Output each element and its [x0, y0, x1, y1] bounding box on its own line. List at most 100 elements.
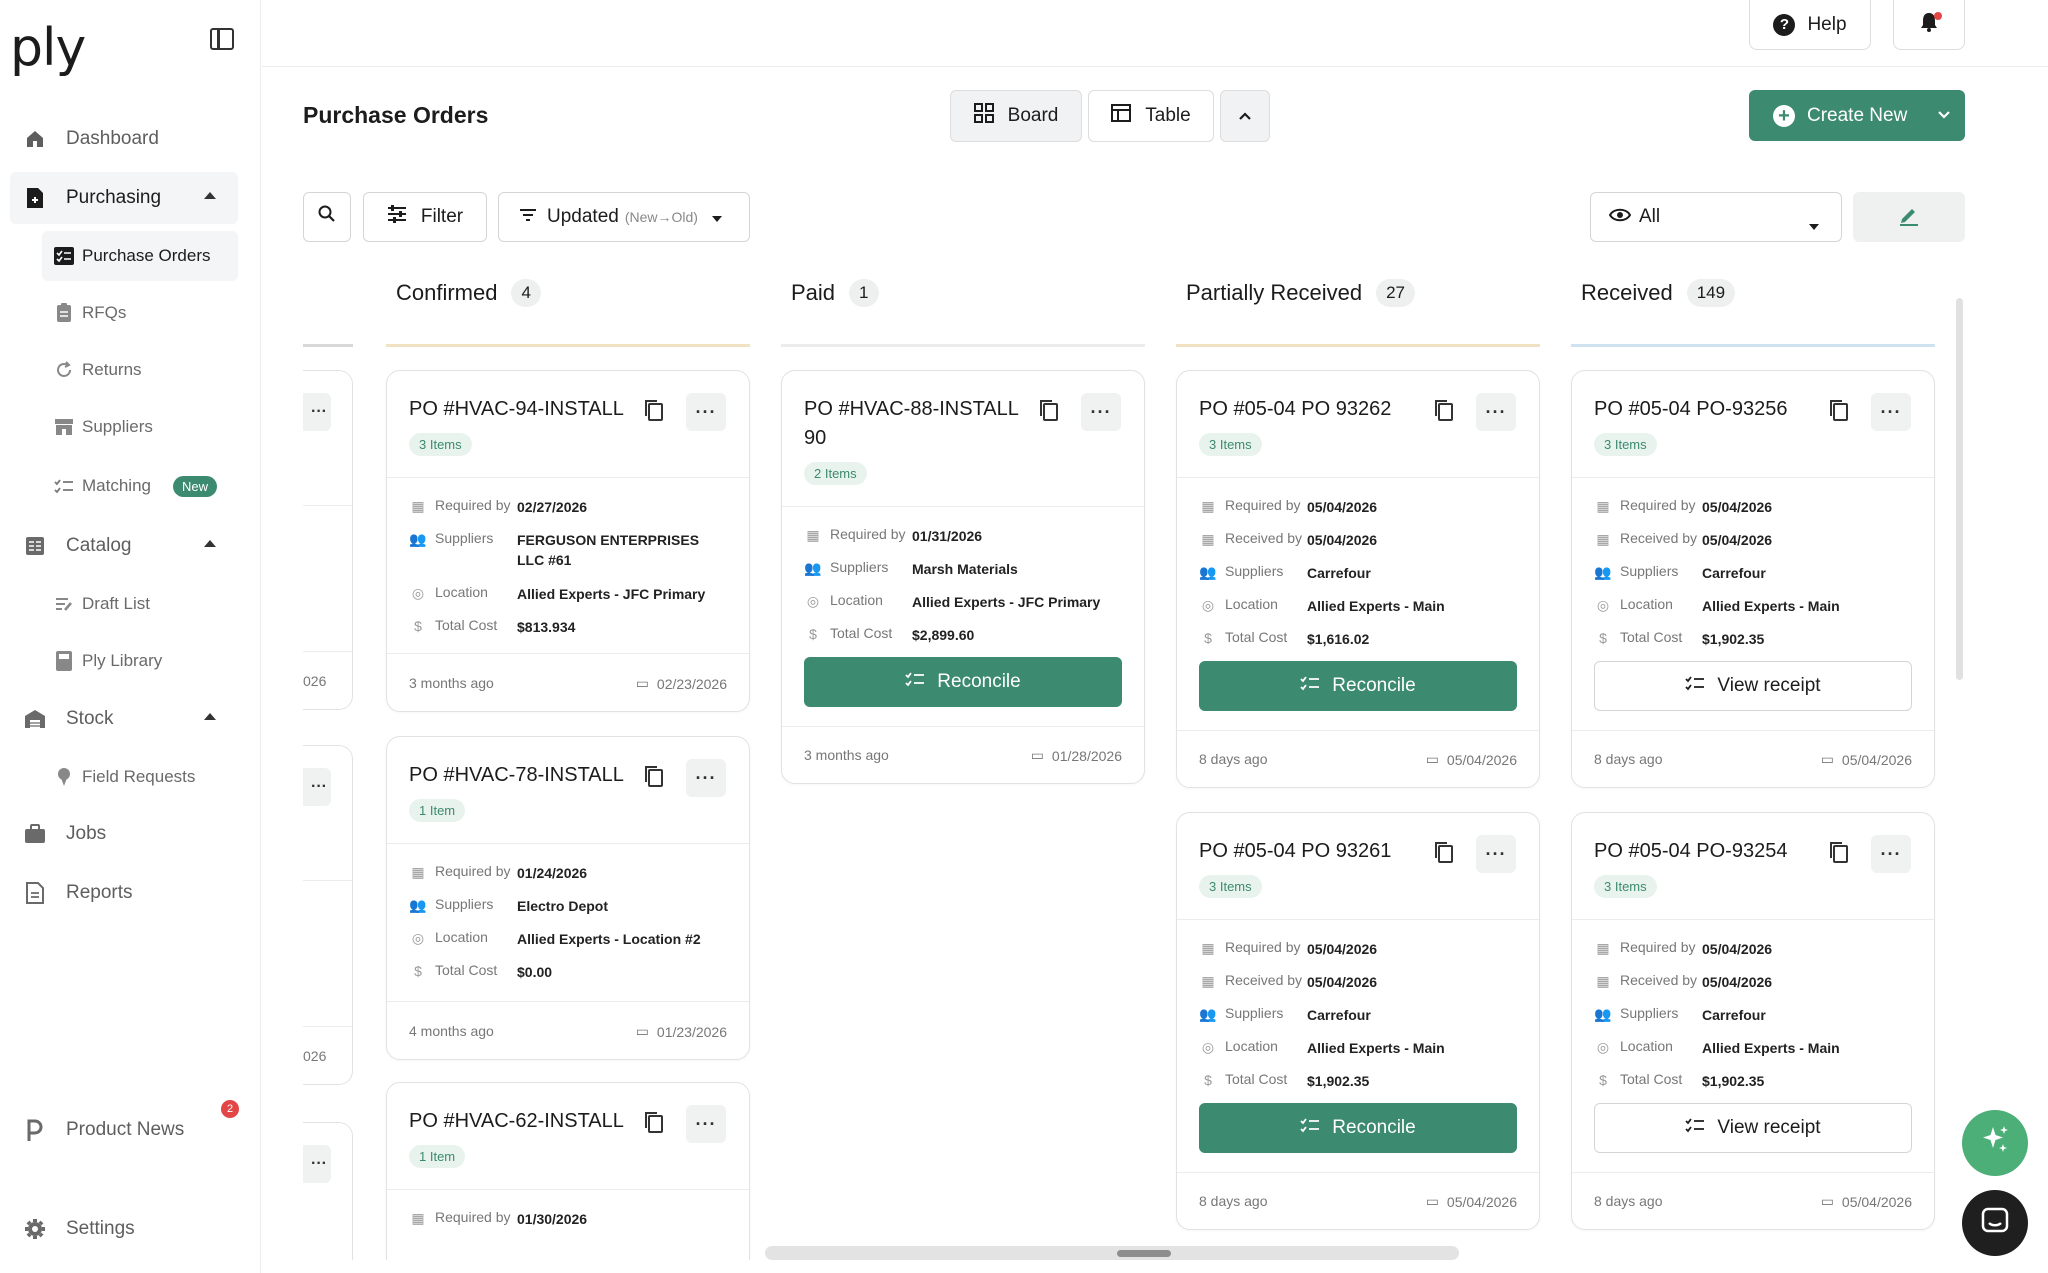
- more-options-button[interactable]: ···: [686, 759, 726, 797]
- collapse-caret-icon: [204, 540, 216, 547]
- sidebar-item-returns[interactable]: Returns: [42, 345, 238, 395]
- visibility-label: All: [1639, 206, 1661, 227]
- checklist-icon: [1685, 675, 1705, 697]
- filter-button[interactable]: Filter: [363, 192, 487, 242]
- more-icon[interactable]: ···: [303, 1145, 331, 1183]
- location-row: ◎ Location Allied Experts - Main: [1199, 1038, 1517, 1058]
- more-icon[interactable]: ···: [303, 393, 331, 431]
- more-options-button[interactable]: ···: [1871, 393, 1911, 431]
- po-card[interactable]: PO #05-04 PO-93254 ··· 3 Items ▦ Required…: [1571, 812, 1935, 1230]
- sidebar-item-catalog[interactable]: Catalog: [10, 520, 238, 572]
- date-value: 02/23/2026: [656, 675, 727, 692]
- notifications-button[interactable]: [1893, 0, 1965, 50]
- sidebar-item-label: Settings: [66, 1218, 135, 1239]
- scrollbar-thumb[interactable]: [1117, 1250, 1171, 1257]
- table-view-button[interactable]: Table: [1088, 90, 1214, 142]
- horizontal-scrollbar[interactable]: [765, 1246, 1459, 1260]
- column-count: 4: [511, 279, 541, 307]
- sidebar-item-ply-library[interactable]: Ply Library: [42, 636, 238, 686]
- card-divider: [1177, 477, 1539, 478]
- more-options-button[interactable]: ···: [1081, 393, 1121, 431]
- copy-icon[interactable]: [644, 399, 664, 421]
- visibility-dropdown[interactable]: All: [1590, 192, 1842, 242]
- copy-icon[interactable]: [1434, 399, 1454, 421]
- sidebar-item-purchase-orders[interactable]: Purchase Orders: [42, 231, 238, 281]
- more-options-button[interactable]: ···: [1476, 393, 1516, 431]
- supplier-row: 👥 Suppliers FERGUSON ENTERPRISES LLC #61: [409, 530, 727, 570]
- po-card[interactable]: ··· 026: [303, 745, 353, 1085]
- column-header: Paid 1: [781, 270, 1145, 316]
- sidebar-item-dashboard[interactable]: Dashboard: [10, 113, 238, 165]
- collapse-header-button[interactable]: [1220, 90, 1270, 142]
- po-card[interactable]: PO #05-04 PO 93261 ··· 3 Items ▦ Required…: [1176, 812, 1540, 1230]
- field-value: $1,902.35: [1702, 631, 1765, 647]
- view-receipt-button[interactable]: View receipt: [1594, 661, 1912, 711]
- location-pin-icon: ◎: [1201, 596, 1215, 613]
- location-pin-icon: ◎: [806, 592, 820, 609]
- chevron-up-icon: [1238, 105, 1252, 127]
- sidebar-item-jobs[interactable]: Jobs: [10, 808, 238, 860]
- vertical-scrollbar[interactable]: [1956, 298, 1963, 680]
- copy-icon[interactable]: [644, 765, 664, 787]
- view-receipt-button[interactable]: View receipt: [1594, 1103, 1912, 1153]
- po-card[interactable]: PO #HVAC-94-INSTALL ··· 3 Items ▦ Require…: [386, 370, 750, 712]
- sidebar-item-draft-list[interactable]: Draft List: [42, 579, 238, 629]
- copy-icon[interactable]: [1434, 841, 1454, 863]
- sidebar-item-stock[interactable]: Stock: [10, 693, 238, 745]
- po-card[interactable]: ··· 026: [303, 370, 353, 710]
- reconcile-label: Reconcile: [1332, 1117, 1416, 1138]
- date-value: 05/04/2026: [1446, 1193, 1517, 1210]
- reconcile-button[interactable]: Reconcile: [804, 657, 1122, 707]
- po-card[interactable]: ···: [303, 1122, 353, 1260]
- sidebar-toggle-icon[interactable]: [210, 28, 234, 50]
- copy-icon[interactable]: [1039, 399, 1059, 421]
- reconcile-button[interactable]: Reconcile: [1199, 1103, 1517, 1153]
- column-title: Partially Received: [1186, 280, 1363, 305]
- ai-assistant-button[interactable]: [1962, 1110, 2028, 1176]
- more-options-button[interactable]: ···: [1476, 835, 1516, 873]
- sidebar-item-label: Dashboard: [66, 128, 159, 149]
- sidebar-item-field-requests[interactable]: Field Requests: [42, 752, 238, 802]
- field-value: $813.934: [517, 619, 576, 635]
- po-card[interactable]: PO #HVAC-62-INSTALL ··· 1 Item ▦ Required…: [386, 1082, 750, 1260]
- edit-board-button[interactable]: [1853, 192, 1965, 242]
- sidebar-item-rfqs[interactable]: RFQs: [42, 288, 238, 338]
- checklist-icon: [905, 671, 925, 693]
- more-options-button[interactable]: ···: [686, 393, 726, 431]
- field-label: Total Cost: [435, 962, 498, 978]
- created-date: ▭ 05/04/2026: [1426, 751, 1517, 768]
- help-button[interactable]: ? Help: [1749, 0, 1871, 50]
- field-label: Received by: [1225, 972, 1303, 988]
- reconcile-button[interactable]: Reconcile: [1199, 661, 1517, 711]
- copy-icon[interactable]: [1829, 841, 1849, 863]
- more-icon[interactable]: ···: [303, 768, 331, 806]
- po-card[interactable]: PO #HVAC-88-INSTALL 90 ··· 2 Items ▦ Requ…: [781, 370, 1145, 784]
- board-view-button[interactable]: Board: [950, 90, 1082, 142]
- sidebar-item-product-news[interactable]: Product News: [10, 1104, 238, 1156]
- create-new-button[interactable]: + Create New: [1749, 90, 1965, 141]
- sort-dropdown[interactable]: Updated (New→Old): [498, 192, 750, 242]
- card-footer: 3 months ago ▭ 02/23/2026: [409, 675, 727, 692]
- po-card[interactable]: PO #05-04 PO 93262 ··· 3 Items ▦ Required…: [1176, 370, 1540, 788]
- updated-ago: 4 months ago: [409, 1023, 494, 1039]
- sidebar-item-settings[interactable]: Settings: [10, 1203, 238, 1255]
- chevron-down-icon[interactable]: [1937, 104, 1951, 132]
- sidebar-item-purchasing[interactable]: Purchasing: [10, 172, 238, 224]
- location-row: ◎ Location Allied Experts - JFC Primary: [409, 584, 727, 604]
- copy-icon[interactable]: [1829, 399, 1849, 421]
- total-cost-row: $ Total Cost $1,902.35: [1594, 1071, 1912, 1091]
- sidebar-item-matching[interactable]: Matching New: [42, 461, 238, 511]
- more-options-button[interactable]: ···: [1871, 835, 1911, 873]
- copy-icon[interactable]: [644, 1111, 664, 1133]
- search-button[interactable]: [303, 192, 351, 242]
- received-by-row: ▦ Received by 05/04/2026: [1594, 530, 1912, 550]
- po-card[interactable]: PO #05-04 PO-93256 ··· 3 Items ▦ Required…: [1571, 370, 1935, 788]
- sidebar-item-reports[interactable]: Reports: [10, 867, 238, 919]
- field-value: 05/04/2026: [1702, 499, 1773, 515]
- field-value: Electro Depot: [517, 898, 609, 914]
- sidebar-item-suppliers[interactable]: Suppliers: [42, 402, 238, 452]
- chat-support-button[interactable]: [1962, 1190, 2028, 1256]
- sidebar-item-label: Reports: [66, 882, 133, 903]
- po-card[interactable]: PO #HVAC-78-INSTALL ··· 1 Item ▦ Required…: [386, 736, 750, 1060]
- more-options-button[interactable]: ···: [686, 1105, 726, 1143]
